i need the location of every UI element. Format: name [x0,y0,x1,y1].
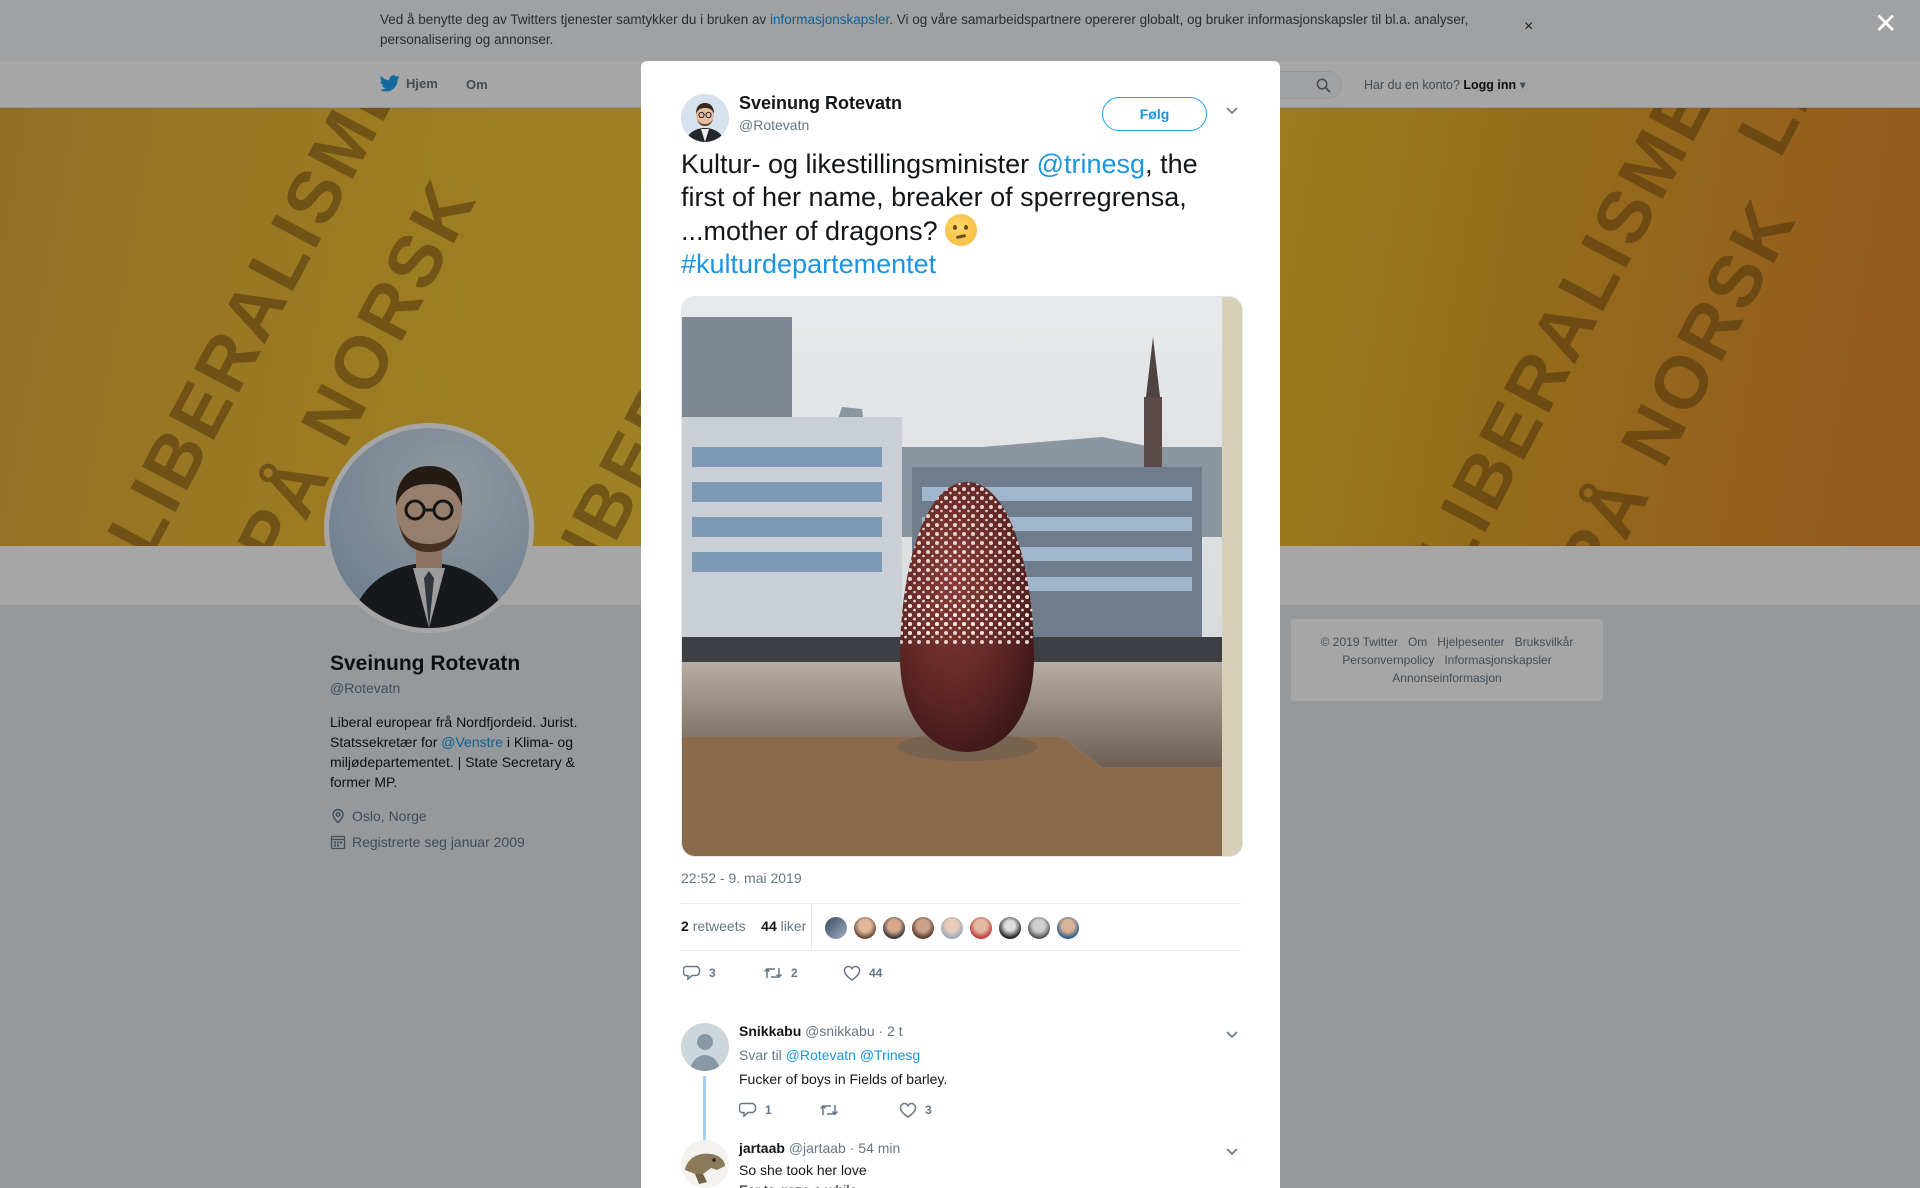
likes-stat[interactable]: 44 liker [761,918,806,934]
reply-time[interactable]: · 54 min [850,1140,901,1156]
reply-button[interactable]: 3 [683,964,763,981]
like-count: 3 [925,1102,932,1117]
tweet-photo[interactable] [681,296,1243,857]
liker-avatar[interactable] [1027,916,1051,940]
reply-avatar[interactable] [681,1140,729,1188]
default-avatar-icon [681,1023,729,1071]
follow-button[interactable]: Følg [1102,97,1207,131]
retweets-stat[interactable]: 2 retweets [681,918,746,934]
liker-avatar[interactable] [1056,916,1080,940]
reply-text: Fucker of boys in Fields of barley. [739,1071,948,1087]
tweet-author-name[interactable]: Sveinung Rotevatn [739,93,902,114]
reply-text: So she took her love For to gaze a while [739,1160,867,1188]
tweet-actions: 3 2 44 [683,964,882,981]
retweet-icon [763,967,783,978]
reply-author-name[interactable]: jartaab [739,1140,785,1156]
tweet-mention-link[interactable]: @trinesg [1037,149,1145,179]
tweet-author-avatar[interactable] [681,94,729,142]
stats-counts: 2 retweets 44 liker [681,918,806,934]
reply-to-mention[interactable]: @Trinesg [860,1047,920,1063]
liker-avatar[interactable] [824,916,848,940]
reply-time[interactable]: · 2 t [879,1023,903,1039]
reply-author-name[interactable]: Snikkabu [739,1023,801,1039]
liker-avatar[interactable] [998,916,1022,940]
close-icon[interactable]: ✕ [1874,10,1897,38]
author-photo [681,94,729,142]
liker-avatar[interactable] [882,916,906,940]
reply-text-line: For to gaze a while [739,1180,867,1188]
like-button[interactable]: 44 [843,965,882,981]
egg-window-photo [682,297,1242,856]
like-count: 44 [869,965,883,980]
reply-count: 3 [709,965,716,980]
tweet-hashtag-link[interactable]: #kulturdepartementet [681,249,936,279]
reply-author-handle[interactable]: @snikkabu [805,1023,874,1039]
likers-avatars [824,916,1085,940]
heart-icon [899,1102,917,1118]
stats-divider [811,904,812,951]
reply-button[interactable]: 1 [739,1101,819,1118]
tweet-modal: Sveinung Rotevatn @Rotevatn Følg Kultur-… [641,61,1280,1188]
tweet-text-part: Kultur- og likestillingsminister [681,149,1037,179]
tweet-text: Kultur- og likestillingsminister @trines… [681,148,1241,281]
retweet-button[interactable] [819,1102,899,1118]
likes-label: liker [780,918,807,934]
reply-header: jartaab @jartaab · 54 min [739,1140,900,1156]
retweet-button[interactable]: 2 [763,965,843,981]
reply-author-handle[interactable]: @jartaab [789,1140,846,1156]
heart-icon [843,965,861,981]
liker-avatar[interactable] [940,916,964,940]
retweets-count: 2 [681,918,689,934]
reply-text-line: So she took her love [739,1162,867,1178]
reply-to-label: Svar til [739,1047,782,1063]
retweet-icon [819,1104,839,1115]
reply-icon [739,1102,757,1118]
tweet-stats: 2 retweets 44 liker [681,903,1241,951]
like-button[interactable]: 3 [899,1102,932,1118]
chevron-down-icon[interactable] [1225,1029,1239,1039]
tweet-timestamp[interactable]: 22:52 - 9. mai 2019 [681,870,802,886]
chevron-down-icon[interactable] [1225,105,1239,115]
reply-header: Snikkabu @snikkabu · 2 t [739,1023,903,1039]
tweet-author-handle[interactable]: @Rotevatn [739,117,809,133]
retweets-label: retweets [692,918,746,934]
retweet-count: 2 [791,965,798,980]
reply-to-mention[interactable]: @Rotevatn [786,1047,856,1063]
reply-actions: 1 3 [739,1101,932,1118]
reply-tweet[interactable]: jartaab @jartaab · 54 min So she took he… [681,1140,1241,1188]
reply-to-line: Svar til @Rotevatn @Trinesg [739,1047,920,1063]
liker-avatar[interactable] [969,916,993,940]
reply-avatar[interactable] [681,1023,729,1071]
reply-count: 1 [765,1102,772,1117]
thinking-face-emoji-icon [945,214,978,246]
reply-icon [683,965,701,981]
thread-connector [703,1076,706,1142]
liker-avatar[interactable] [853,916,877,940]
dinosaur-avatar-icon [681,1140,729,1188]
chevron-down-icon[interactable] [1225,1146,1239,1156]
liker-avatar[interactable] [911,916,935,940]
likes-count: 44 [761,918,777,934]
